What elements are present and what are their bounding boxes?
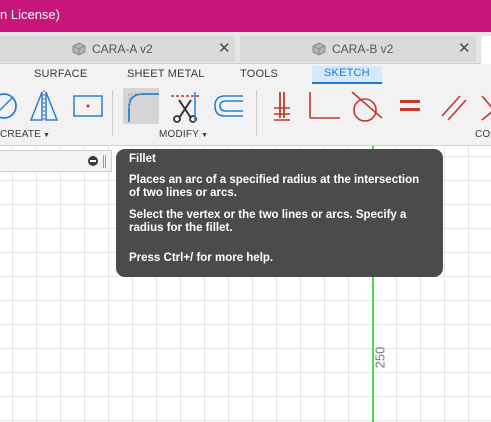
modify-group-label[interactable]: MODIFY ▼: [159, 129, 208, 140]
perpendicular-icon[interactable]: [478, 88, 491, 124]
fillet-tooltip: Fillet Places an arc of a specified radi…: [116, 149, 443, 277]
create-group-label[interactable]: CREATE ▼: [0, 129, 50, 140]
tangent-icon[interactable]: [348, 88, 384, 124]
tooltip-help-hint: Press Ctrl+/ for more help.: [129, 252, 274, 264]
close-icon[interactable]: ✕: [218, 39, 231, 57]
document-tab-strip: CARA-A v2 ✕ CARA-B v2 ✕: [0, 32, 491, 64]
browser-panel-header: [0, 150, 112, 172]
window-title: n License): [0, 7, 60, 22]
group-separator: [256, 90, 257, 136]
document-tab-cara-a[interactable]: CARA-A v2 ✕: [0, 36, 235, 62]
dimension-label: 250: [372, 346, 388, 369]
tab-tools[interactable]: TOOLS: [240, 68, 278, 80]
tooltip-title: Fillet: [129, 153, 156, 165]
title-bar: n License): [0, 0, 491, 32]
mirror-icon[interactable]: [26, 88, 62, 124]
tooltip-instructions: Select the vertex or the two lines or ar…: [129, 209, 407, 234]
tab-sheet-metal[interactable]: SHEET METAL: [127, 68, 205, 80]
panel-grip-icon[interactable]: [103, 155, 106, 168]
tab-label: CARA-A v2: [92, 42, 153, 56]
tab-sketch[interactable]: SKETCH: [312, 66, 382, 84]
document-tab-cara-b[interactable]: CARA-B v2 ✕: [240, 36, 476, 62]
equal-icon[interactable]: [392, 88, 428, 124]
tooltip-description: Places an arc of a specified radius at t…: [129, 174, 420, 199]
constraints-group-label[interactable]: CO: [475, 129, 490, 140]
close-icon[interactable]: ✕: [458, 39, 471, 57]
offset-icon[interactable]: [209, 88, 245, 124]
active-document-tab[interactable]: [481, 36, 491, 64]
component-icon: [72, 42, 86, 56]
point-rectangle-icon[interactable]: [70, 88, 106, 124]
horizontal-vertical-icon[interactable]: [264, 88, 300, 124]
fillet-icon[interactable]: [123, 88, 159, 124]
collapse-icon[interactable]: [88, 156, 98, 166]
trim-icon[interactable]: [167, 88, 203, 124]
group-separator: [112, 90, 113, 136]
tab-label: CARA-B v2: [332, 42, 394, 56]
toolbar: SURFACE SHEET METAL TOOLS SKETCH CREATE ▼…: [0, 64, 491, 146]
component-icon: [312, 42, 326, 56]
tab-surface[interactable]: SURFACE: [34, 68, 87, 80]
coincident-icon[interactable]: [306, 88, 342, 124]
parallel-icon[interactable]: [436, 88, 472, 124]
circle-icon[interactable]: [0, 88, 22, 124]
